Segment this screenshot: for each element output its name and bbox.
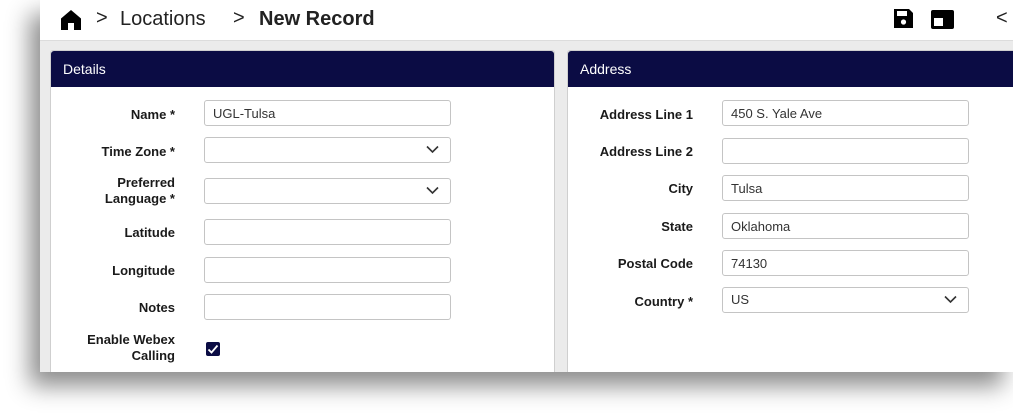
address-line2-label: Address Line 2	[599, 144, 693, 159]
chevron-down-icon	[426, 186, 439, 195]
chevron-down-icon	[944, 295, 957, 304]
country-label: Country *	[634, 294, 694, 309]
state-label: State	[661, 219, 693, 234]
enable-webex-label: Enable Webex Calling	[51, 332, 175, 364]
app-window: > Locations > New Record < Details Name …	[40, 0, 1013, 372]
panel-icon[interactable]	[931, 10, 954, 29]
notes-label: Notes	[138, 300, 175, 315]
postal-code-input[interactable]	[722, 250, 969, 276]
collapse-chevron-icon[interactable]: <	[996, 7, 1008, 30]
home-icon[interactable]	[60, 9, 82, 31]
country-select[interactable]: US	[722, 287, 969, 313]
name-input[interactable]	[204, 100, 451, 126]
preferred-language-label: Preferred Language *	[51, 175, 175, 207]
name-label: Name *	[130, 107, 175, 122]
breadcrumb-separator: >	[96, 7, 108, 29]
chevron-down-icon	[426, 145, 439, 154]
details-panel: Details Name * Time Zone * Preferred Lan…	[50, 50, 555, 372]
enable-webex-label-line2: Calling	[131, 348, 175, 363]
top-bar: > Locations > New Record <	[40, 0, 1013, 41]
preferred-language-select[interactable]	[204, 178, 451, 204]
state-input[interactable]	[722, 213, 969, 239]
address-panel-header: Address	[568, 51, 1013, 87]
breadcrumb-current: New Record	[259, 8, 375, 30]
time-zone-label: Time Zone *	[101, 144, 175, 159]
save-icon[interactable]	[893, 8, 914, 29]
details-panel-header: Details	[51, 51, 554, 87]
checkmark-icon	[207, 344, 219, 354]
enable-webex-label-line1: Enable Webex	[87, 332, 175, 347]
time-zone-select[interactable]	[204, 137, 451, 163]
longitude-input[interactable]	[204, 257, 451, 283]
notes-input[interactable]	[204, 294, 451, 320]
country-value: US	[731, 292, 750, 307]
address-panel: Address Address Line 1 Address Line 2 Ci…	[567, 50, 1013, 372]
breadcrumb-locations[interactable]: Locations	[120, 8, 206, 31]
address-line2-input[interactable]	[722, 138, 969, 164]
preferred-language-label-line1: Preferred	[117, 175, 175, 190]
city-input[interactable]	[722, 175, 969, 201]
latitude-input[interactable]	[204, 219, 451, 245]
address-line1-input[interactable]	[722, 100, 969, 126]
address-line1-label: Address Line 1	[599, 107, 693, 122]
postal-code-label: Postal Code	[617, 256, 693, 271]
breadcrumb-separator: >	[233, 7, 245, 29]
longitude-label: Longitude	[112, 263, 175, 278]
enable-webex-checkbox[interactable]	[206, 342, 220, 356]
preferred-language-label-line2: Language *	[104, 191, 175, 206]
city-label: City	[668, 181, 693, 196]
latitude-label: Latitude	[124, 225, 175, 240]
